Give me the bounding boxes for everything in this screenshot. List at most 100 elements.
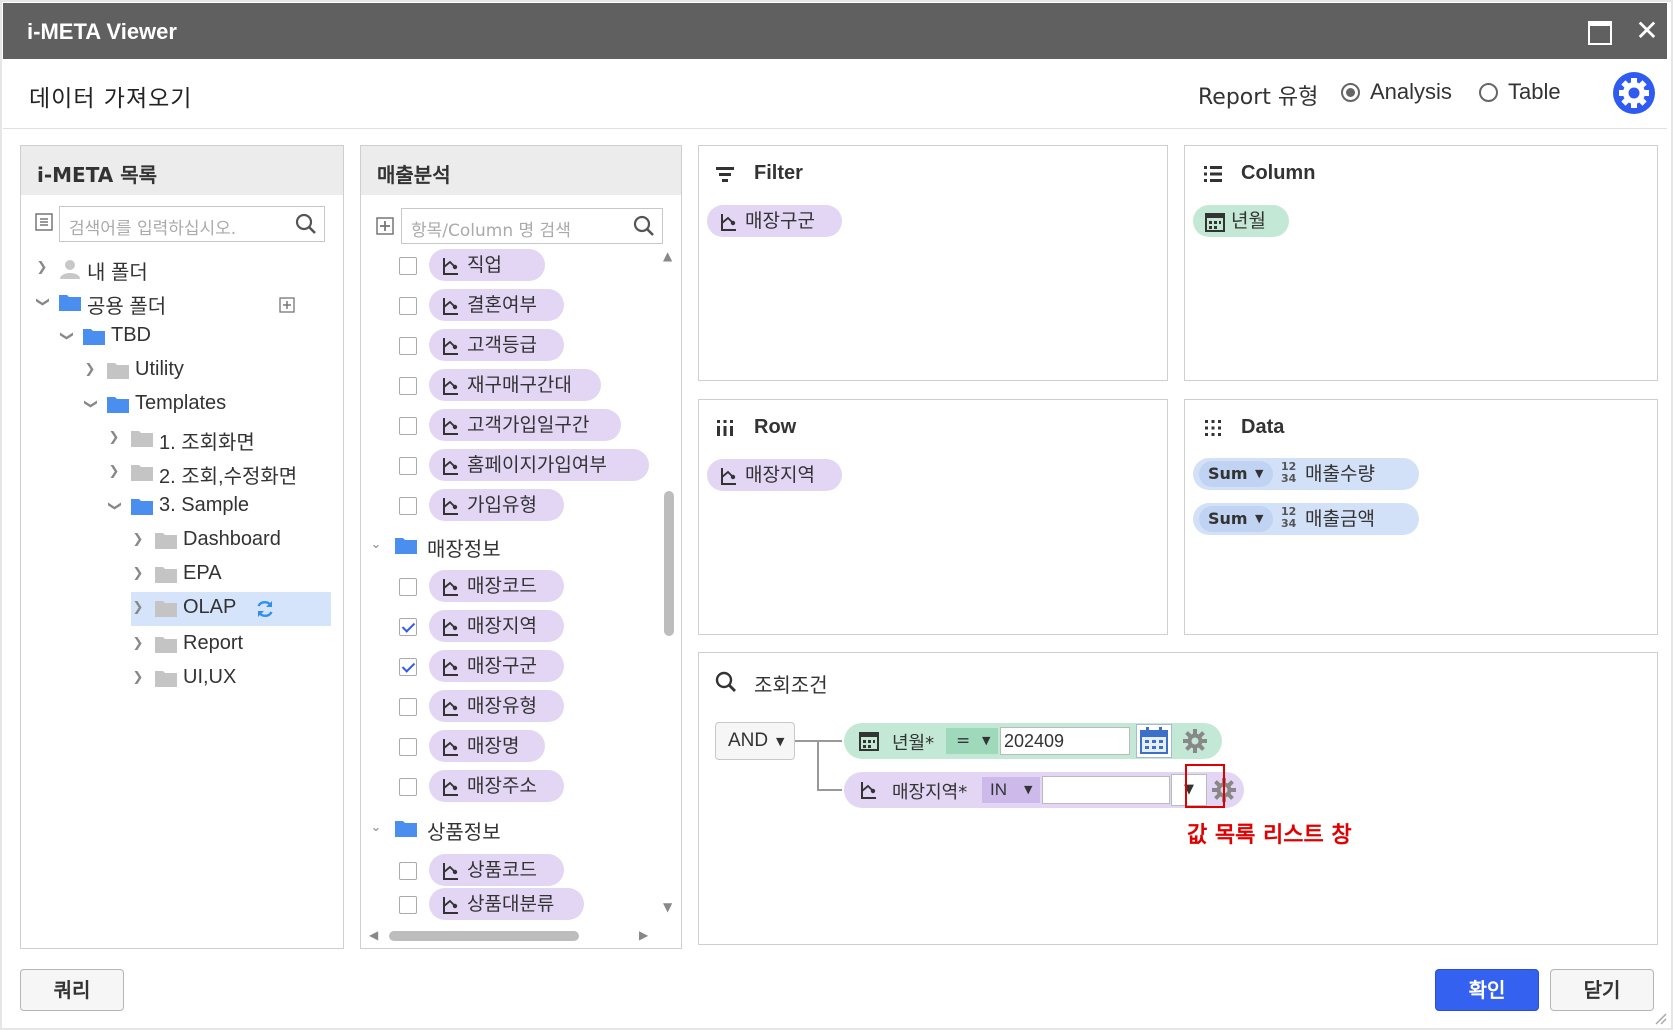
field-group-product-info[interactable]: ⌄ 상품정보 <box>361 814 661 844</box>
chevron-down-icon[interactable]: ▼ <box>1255 506 1263 532</box>
chevron-right-icon[interactable]: ❯ <box>107 462 121 482</box>
query-button[interactable]: 쿼리 <box>20 969 124 1011</box>
radio-table-label[interactable]: Table <box>1508 79 1561 105</box>
expand-all-icon[interactable] <box>376 217 394 239</box>
field-checkbox[interactable] <box>399 337 417 355</box>
chevron-right-icon[interactable]: ❯ <box>131 530 145 550</box>
add-folder-icon[interactable] <box>279 294 295 318</box>
field-checkbox[interactable] <box>399 778 417 796</box>
chevron-right-icon[interactable]: ❯ <box>107 428 121 448</box>
chevron-right-icon[interactable]: ❯ <box>131 598 145 618</box>
row-box[interactable]: Row 매장지역 <box>698 399 1168 635</box>
condition-value-input[interactable]: 202409 <box>1000 727 1130 755</box>
field-checkbox[interactable] <box>399 257 417 275</box>
field-chip-product-code[interactable]: 상품코드 <box>429 854 564 886</box>
tree-item-report[interactable]: ❯ Report <box>21 630 341 660</box>
chevron-down-icon[interactable]: ❯ <box>104 499 124 513</box>
radio-analysis[interactable] <box>1341 83 1360 102</box>
field-chip-repurchase-range[interactable]: 재구매구간대 <box>429 369 601 401</box>
column-chip-year-month[interactable]: 년월 <box>1193 205 1289 237</box>
settings-gear-icon[interactable] <box>1613 72 1655 114</box>
field-checkbox[interactable] <box>399 297 417 315</box>
field-chip-store-region[interactable]: 매장지역 <box>429 610 564 642</box>
field-checkbox-checked[interactable] <box>399 658 417 676</box>
scroll-down-icon[interactable]: ▼ <box>663 900 672 914</box>
field-chip-customer-grade[interactable]: 고객등급 <box>429 329 564 361</box>
radio-table[interactable] <box>1479 83 1498 102</box>
data-chip-sales-qty[interactable]: Sum ▼ 12 34 매출수량 <box>1193 458 1419 490</box>
resize-grip-icon[interactable] <box>1653 1010 1667 1029</box>
column-box[interactable]: Column 년월 <box>1184 145 1658 381</box>
chevron-down-icon[interactable]: ❯ <box>56 329 76 343</box>
chevron-right-icon[interactable]: ❯ <box>83 360 97 380</box>
field-chip-store-name[interactable]: 매장명 <box>429 730 545 762</box>
field-group-store-info[interactable]: ⌄ 매장정보 <box>361 531 661 561</box>
chevron-down-icon[interactable]: ❯ <box>80 397 100 411</box>
tree-item-my-folder[interactable]: ❯ 내 폴더 <box>21 254 341 284</box>
field-checkbox[interactable] <box>399 417 417 435</box>
field-checkbox[interactable] <box>399 862 417 880</box>
field-checkbox[interactable] <box>399 578 417 596</box>
scroll-up-icon[interactable]: ▲ <box>663 249 672 263</box>
radio-analysis-label[interactable]: Analysis <box>1370 79 1452 105</box>
tree-item-templates[interactable]: ❯ Templates <box>21 390 341 420</box>
chevron-right-icon[interactable]: ❯ <box>131 564 145 584</box>
field-checkbox[interactable] <box>399 738 417 756</box>
tree-item-utility[interactable]: ❯ Utility <box>21 356 341 386</box>
field-chip-marital-status[interactable]: 결혼여부 <box>429 289 564 321</box>
chevron-down-icon[interactable]: ▼ <box>1255 461 1263 487</box>
logic-operator-select[interactable]: AND ▼ <box>715 722 795 760</box>
field-checkbox[interactable] <box>399 457 417 475</box>
collapse-all-icon[interactable] <box>35 213 53 235</box>
field-chip-job[interactable]: 직업 <box>429 249 545 281</box>
row-chip-store-region[interactable]: 매장지역 <box>707 459 842 491</box>
field-chip-join-type[interactable]: 가입유형 <box>429 489 564 521</box>
horizontal-scrollbar-thumb[interactable] <box>389 931 579 941</box>
tree-item-epa[interactable]: ❯ EPA <box>21 560 341 590</box>
search-icon[interactable] <box>633 215 655 241</box>
field-chip-product-category[interactable]: 상품대분류 <box>429 888 584 920</box>
confirm-button[interactable]: 확인 <box>1435 969 1539 1011</box>
field-chip-join-date-range[interactable]: 고객가입일구간 <box>429 409 621 441</box>
field-checkbox[interactable] <box>399 896 417 914</box>
data-chip-sales-amount[interactable]: Sum ▼ 12 34 매출금액 <box>1193 503 1419 535</box>
tree-item-public-folder[interactable]: ❯ 공용 폴더 <box>21 288 341 318</box>
condition-row-store-region[interactable]: 매장지역* IN ▼ ▼ <box>844 772 1244 808</box>
chevron-right-icon[interactable]: ❯ <box>35 258 49 278</box>
tree-item-uiux[interactable]: ❯ UI,UX <box>21 664 341 694</box>
field-chip-homepage-join[interactable]: 홈페이지가입여부 <box>429 449 649 481</box>
condition-row-year-month[interactable]: 년월* = ▼ 202409 <box>844 723 1222 759</box>
meta-search-input[interactable]: 검색어를 입력하십시오. <box>59 206 325 242</box>
condition-operator-select[interactable]: = ▼ <box>946 728 998 754</box>
tree-item-dashboard[interactable]: ❯ Dashboard <box>21 526 341 556</box>
close-button[interactable]: 닫기 <box>1550 969 1654 1011</box>
condition-operator-select[interactable]: IN ▼ <box>982 777 1040 803</box>
search-icon[interactable] <box>295 213 317 239</box>
vertical-scrollbar-thumb[interactable] <box>664 491 674 636</box>
field-checkbox-checked[interactable] <box>399 618 417 636</box>
field-search-input[interactable]: 항목/Column 명 검색 <box>401 208 663 244</box>
filter-box[interactable]: Filter 매장구군 <box>698 145 1168 381</box>
tree-item-query-screen[interactable]: ❯ 1. 조회화면 <box>21 424 341 454</box>
chevron-down-icon[interactable]: ⌄ <box>369 818 383 838</box>
filter-chip-store-district[interactable]: 매장구군 <box>707 205 842 237</box>
date-picker-calendar-icon[interactable] <box>1136 724 1172 758</box>
scroll-left-icon[interactable]: ◀ <box>369 928 378 942</box>
field-checkbox[interactable] <box>399 497 417 515</box>
field-chip-store-address[interactable]: 매장주소 <box>429 770 564 802</box>
maximize-icon[interactable] <box>1585 17 1613 45</box>
chevron-down-icon[interactable]: ⌄ <box>369 535 383 555</box>
chevron-right-icon[interactable]: ❯ <box>131 668 145 688</box>
condition-settings-gear-icon[interactable] <box>1182 728 1208 758</box>
chevron-down-icon[interactable]: ❯ <box>32 295 52 309</box>
data-box[interactable]: Data Sum ▼ 12 34 매출수량 Sum ▼ 12 34 매출금액 <box>1184 399 1658 635</box>
chevron-right-icon[interactable]: ❯ <box>131 634 145 654</box>
aggregation-select[interactable]: Sum ▼ <box>1199 461 1273 487</box>
field-chip-store-code[interactable]: 매장코드 <box>429 570 564 602</box>
tree-item-query-edit-screen[interactable]: ❯ 2. 조회,수정화면 <box>21 458 341 488</box>
scroll-right-icon[interactable]: ▶ <box>639 928 648 942</box>
tree-item-tbd[interactable]: ❯ TBD <box>21 322 341 352</box>
condition-value-input[interactable] <box>1042 776 1170 804</box>
field-checkbox[interactable] <box>399 698 417 716</box>
field-checkbox[interactable] <box>399 377 417 395</box>
